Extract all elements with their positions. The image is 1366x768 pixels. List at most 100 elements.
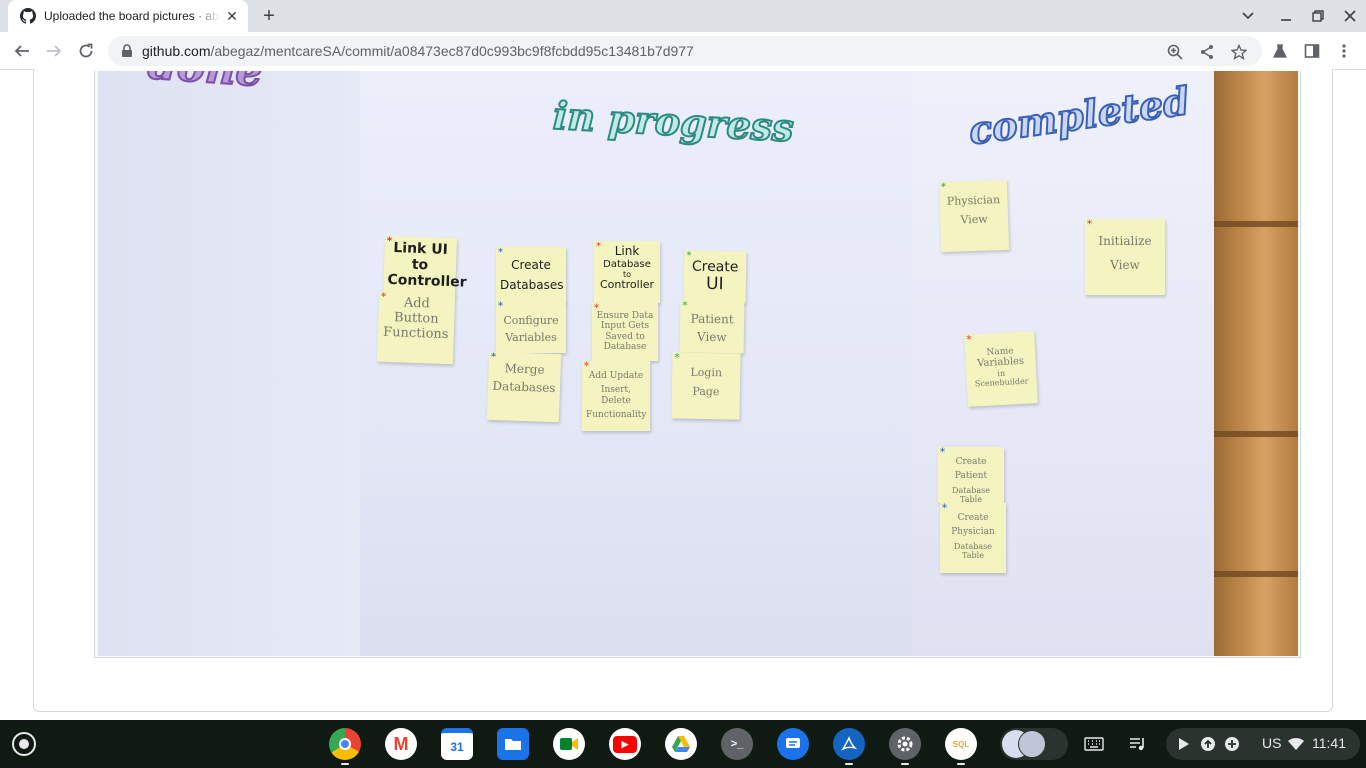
minimize-icon[interactable] bbox=[1276, 6, 1296, 26]
note-line: UI bbox=[705, 273, 724, 295]
note-line: Database Table bbox=[954, 541, 992, 560]
sticky-note: * Link UI to Controller bbox=[383, 235, 467, 297]
tab-strip: Uploaded the board pictures · abegaz/men… bbox=[0, 0, 1366, 32]
youtube-icon[interactable]: ▶ bbox=[609, 728, 641, 760]
keyboard-icon[interactable] bbox=[1084, 734, 1104, 754]
wood-seam bbox=[1214, 221, 1298, 227]
close-window-icon[interactable] bbox=[1340, 6, 1360, 26]
sticky-note: * Initialize View bbox=[1085, 219, 1165, 295]
board-panel-left bbox=[98, 71, 360, 656]
note-line: Databases bbox=[492, 378, 556, 395]
side-panel-icon[interactable] bbox=[1302, 41, 1322, 61]
note-line: Create bbox=[511, 258, 551, 272]
note-line: Add Update bbox=[588, 371, 644, 381]
note-line: Merge bbox=[504, 361, 545, 377]
note-line: Physician bbox=[951, 527, 995, 538]
settings-gear-icon[interactable] bbox=[889, 728, 921, 760]
note-line: Insert, Delete bbox=[600, 385, 632, 406]
note-line: in Scenebuilder bbox=[974, 368, 1029, 389]
share-icon[interactable] bbox=[1198, 43, 1216, 61]
sticky-note: * Create UI bbox=[683, 250, 747, 304]
note-line: Functions bbox=[382, 324, 449, 343]
locale-indicator: US bbox=[1262, 735, 1282, 751]
tab-close-icon[interactable]: ✕ bbox=[224, 8, 240, 24]
chrome-center bbox=[339, 738, 351, 750]
sticky-note: * Configure Variables bbox=[496, 301, 566, 353]
clock: 11:41 bbox=[1312, 735, 1346, 751]
files-icon[interactable] bbox=[497, 728, 529, 760]
note-line: Physician bbox=[946, 193, 1001, 208]
sticky-note: * Login Page bbox=[671, 352, 741, 420]
launcher-button[interactable] bbox=[12, 732, 36, 756]
update-icon bbox=[1198, 734, 1218, 754]
sticky-note: * Physician View bbox=[938, 179, 1010, 253]
messages-icon[interactable] bbox=[777, 728, 809, 760]
note-line: Create bbox=[957, 513, 989, 523]
note-line: Create bbox=[691, 258, 739, 276]
running-indicator bbox=[957, 763, 965, 765]
note-line: Databases bbox=[500, 277, 564, 292]
sticky-note: * Link Database to Controller bbox=[594, 241, 660, 303]
holding-space[interactable] bbox=[1000, 728, 1068, 760]
wood-wall bbox=[1214, 71, 1298, 656]
bookmark-star-icon[interactable] bbox=[1230, 43, 1248, 61]
note-line: Variables bbox=[505, 330, 557, 344]
sticky-note: * Create Databases bbox=[496, 247, 566, 303]
url-host: github.com bbox=[142, 43, 211, 59]
sql-app-icon[interactable]: SQL bbox=[945, 728, 977, 760]
github-icon bbox=[20, 8, 36, 24]
chrome-icon[interactable] bbox=[329, 728, 361, 760]
note-line: Link bbox=[614, 244, 640, 258]
running-indicator bbox=[341, 763, 349, 765]
terminal-icon[interactable]: >_ bbox=[721, 728, 753, 760]
menu-dots-icon[interactable] bbox=[1334, 41, 1354, 61]
gmail-icon[interactable]: M bbox=[385, 728, 417, 760]
sticky-note: * Ensure Data Input Gets Saved to Databa… bbox=[592, 303, 658, 361]
new-tab-button[interactable]: + bbox=[258, 5, 280, 27]
url-text: github.com/abegaz/mentcareSA/commit/a084… bbox=[142, 43, 694, 59]
note-line: Patient bbox=[954, 471, 988, 482]
drive-icon[interactable] bbox=[665, 728, 697, 760]
note-line: Controller bbox=[599, 278, 655, 292]
note-line: Ensure Data bbox=[596, 311, 654, 321]
note-line: Create bbox=[955, 457, 987, 467]
note-line: Configure bbox=[503, 314, 559, 327]
note-line: Database Table bbox=[952, 485, 990, 504]
tab-search-icon[interactable] bbox=[1238, 6, 1258, 26]
address-bar[interactable]: github.com/abegaz/mentcareSA/commit/a084… bbox=[108, 36, 1262, 66]
note-line: Initialize bbox=[1098, 234, 1152, 248]
note-line: Link UI bbox=[393, 240, 449, 258]
note-line: View bbox=[960, 212, 988, 227]
back-arrow-icon[interactable] bbox=[10, 39, 34, 63]
note-line: Database bbox=[603, 342, 647, 353]
sticky-note: * Name Variables in Scenebuilder bbox=[964, 331, 1038, 407]
launcher-dot bbox=[19, 739, 29, 749]
zoom-icon[interactable] bbox=[1166, 43, 1184, 61]
cast-play-icon bbox=[1174, 734, 1194, 754]
wood-seam bbox=[1214, 571, 1298, 577]
sticky-note: * Create Patient Database Table bbox=[938, 447, 1004, 504]
sticky-note: * Add Update Insert, Delete Functionalit… bbox=[582, 361, 650, 431]
acrobat-icon[interactable] bbox=[833, 728, 865, 760]
sticky-note: * Create Physician Database Table bbox=[940, 503, 1006, 573]
active-tab[interactable]: Uploaded the board pictures · abegaz/men… bbox=[8, 0, 248, 32]
media-controls-icon[interactable] bbox=[1128, 734, 1148, 754]
browser-toolbar: github.com/abegaz/mentcareSA/commit/a084… bbox=[0, 32, 1366, 70]
meet-icon[interactable] bbox=[553, 728, 585, 760]
screenshot-thumbnail bbox=[1018, 730, 1046, 758]
youtube-play: ▶ bbox=[613, 735, 637, 753]
lock-icon bbox=[122, 44, 132, 57]
note-line: View bbox=[696, 329, 727, 345]
note-line: Controller bbox=[387, 272, 467, 291]
calendar-icon[interactable]: 31 bbox=[441, 728, 473, 760]
restore-icon[interactable] bbox=[1308, 6, 1328, 26]
os-shelf: M 31 ▶ >_ SQL US 11:41 bbox=[0, 720, 1366, 768]
forward-arrow-icon[interactable] bbox=[42, 39, 66, 63]
tab-title: Uploaded the board pictures · abegaz/men… bbox=[44, 9, 220, 23]
note-line: Input Gets bbox=[600, 321, 650, 332]
url-path: /abegaz/mentcareSA/commit/a08473ec87d0c9… bbox=[210, 43, 694, 59]
reload-icon[interactable] bbox=[74, 39, 98, 63]
extension-icon[interactable] bbox=[1270, 41, 1290, 61]
add-circle-icon bbox=[1222, 734, 1242, 754]
sticky-note: * Add Button Functions bbox=[376, 291, 456, 365]
